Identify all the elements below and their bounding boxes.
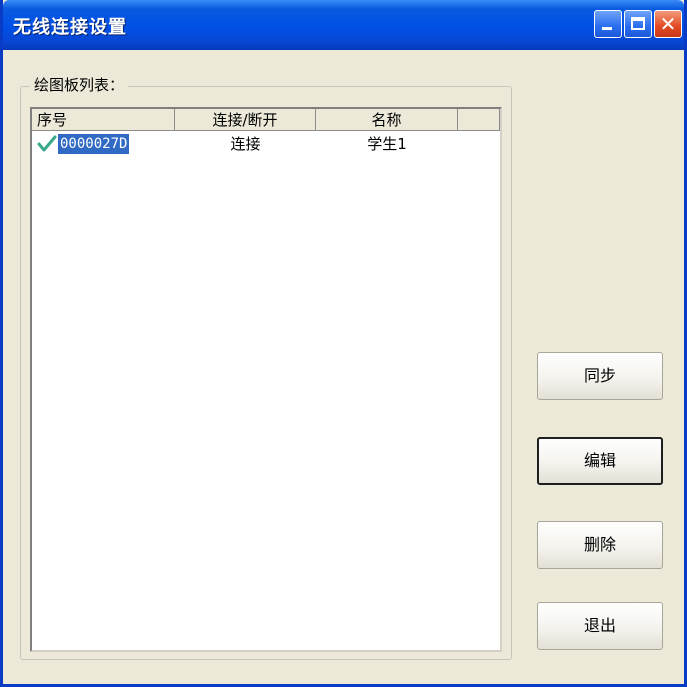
- column-header-connection[interactable]: 连接/断开: [175, 109, 316, 131]
- tablet-list-label: 绘图板列表：: [30, 74, 129, 95]
- column-header-filler: [458, 109, 500, 131]
- column-header-index[interactable]: 序号: [32, 109, 175, 131]
- sync-button[interactable]: 同步: [537, 352, 663, 400]
- column-header-name[interactable]: 名称: [316, 109, 458, 131]
- minimize-button[interactable]: [594, 10, 622, 38]
- title-bar[interactable]: 无线连接设置 ✕: [3, 0, 684, 50]
- row-connection-status: 连接: [230, 135, 261, 153]
- maximize-icon: [631, 17, 645, 30]
- checkbox-checked-icon[interactable]: [37, 135, 57, 153]
- minimize-icon: [602, 27, 612, 30]
- close-icon: ✕: [659, 12, 677, 36]
- tablet-list[interactable]: 序号 连接/断开 名称 0000027D 连接 学生1: [30, 107, 502, 652]
- table-row[interactable]: 0000027D 连接 学生1: [32, 133, 500, 155]
- edit-button[interactable]: 编辑: [537, 437, 663, 485]
- maximize-button[interactable]: [624, 10, 652, 38]
- row-name: 学生1: [367, 135, 407, 153]
- window-title: 无线连接设置: [13, 17, 127, 38]
- row-id: 0000027D: [58, 134, 130, 154]
- delete-button[interactable]: 删除: [537, 521, 663, 569]
- close-button[interactable]: ✕: [654, 10, 682, 38]
- exit-button[interactable]: 退出: [537, 602, 663, 650]
